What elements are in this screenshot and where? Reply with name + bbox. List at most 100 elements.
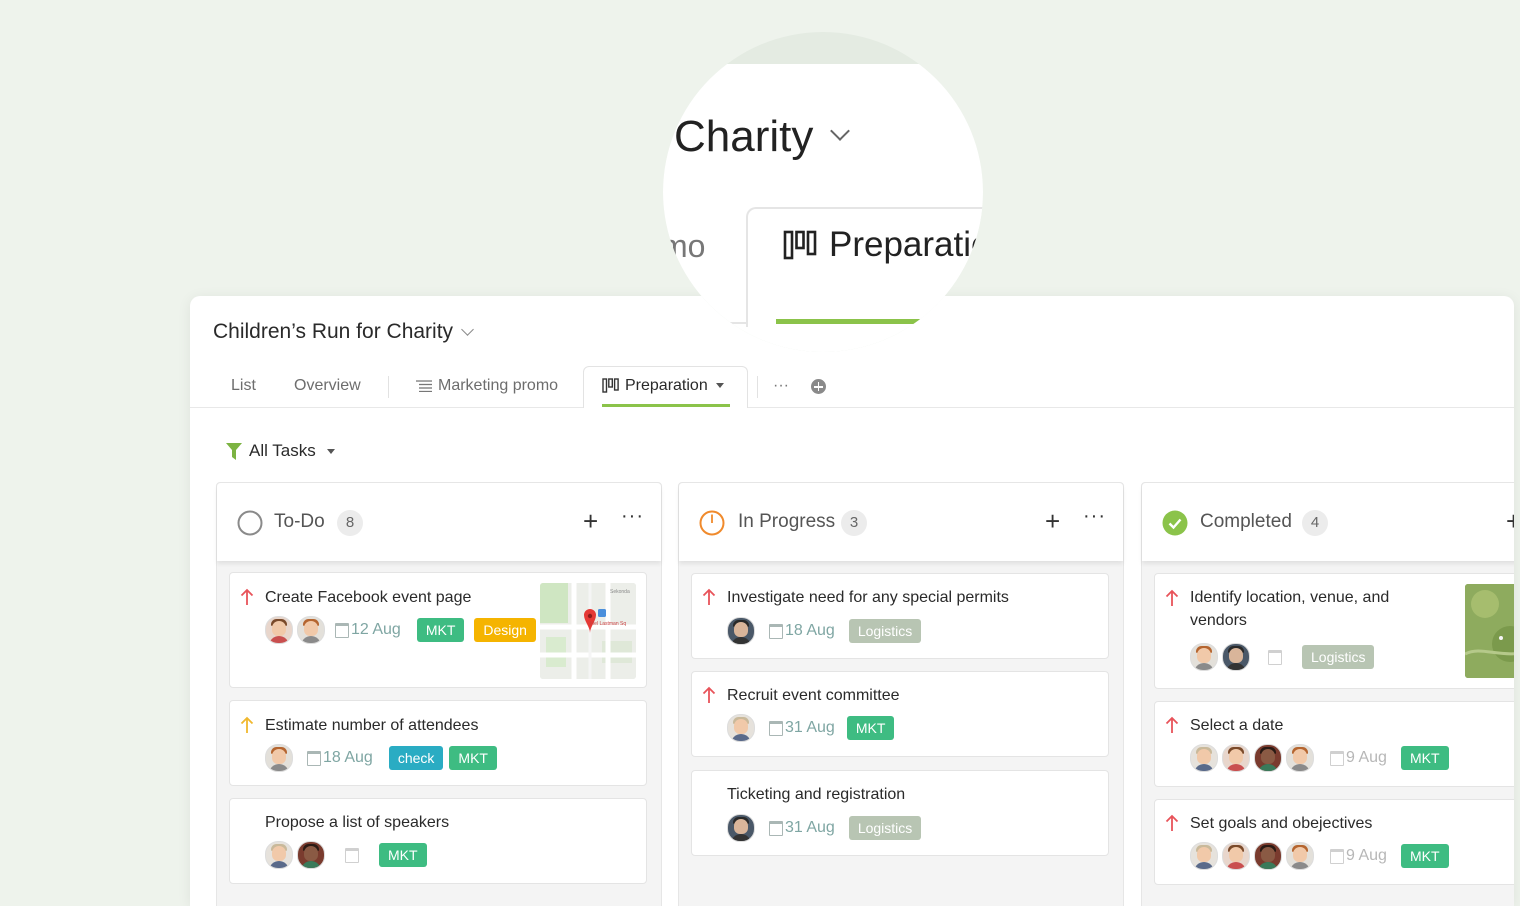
avatar[interactable]	[1254, 842, 1282, 870]
task-card[interactable]: Select a date 9 Aug MKT	[1154, 701, 1514, 787]
due-date[interactable]: 9 Aug	[1330, 847, 1387, 865]
more-tabs-button[interactable]: ···	[773, 366, 789, 407]
tag-mkt[interactable]: MKT	[379, 843, 427, 867]
todo-status-icon	[237, 510, 263, 536]
column-menu-button[interactable]: ···	[1083, 505, 1106, 528]
due-date-text: 31 Aug	[785, 819, 835, 836]
venue-photo-thumbnail[interactable]	[1465, 584, 1514, 678]
avatar[interactable]	[1254, 744, 1282, 772]
avatar[interactable]	[265, 616, 293, 644]
calendar-icon	[345, 847, 359, 863]
view-tabs: List Overview Marketing promo Preparatio…	[190, 366, 1514, 408]
task-card[interactable]: Recruit event committee 31 Aug MKT	[691, 671, 1109, 757]
priority-high-icon	[702, 686, 716, 703]
task-meta: 31 Aug Logistics	[727, 814, 922, 842]
add-task-button[interactable]: +	[583, 508, 598, 534]
tab-marketing-promo[interactable]: Marketing promo	[416, 366, 558, 407]
calendar-icon	[769, 623, 783, 639]
project-title-dropdown[interactable]: Children’s Run for Charity	[213, 320, 474, 344]
task-card[interactable]: Propose a list of speakers MKT	[229, 798, 647, 884]
magnified-project-title: Charity	[674, 112, 814, 161]
assignees	[265, 841, 325, 869]
tag-mkt[interactable]: MKT	[416, 618, 465, 642]
task-meta: 18 Aug Logistics	[727, 617, 922, 645]
task-card[interactable]: Ticketing and registration 31 Aug Logist…	[691, 770, 1109, 856]
filter-icon	[226, 442, 242, 460]
add-task-button[interactable]: +	[1045, 508, 1060, 534]
map-thumbnail[interactable]: Mel Lastman Sq Sekonda	[540, 583, 636, 679]
assignees	[1190, 744, 1314, 772]
tag-check[interactable]: check	[388, 746, 444, 770]
task-meta: Logistics	[1190, 643, 1375, 671]
task-title: Investigate need for any special permits	[727, 589, 1009, 606]
avatar[interactable]	[727, 714, 755, 742]
tab-marketing-promo-label: Marketing promo	[438, 377, 559, 394]
avatar[interactable]	[1286, 744, 1314, 772]
task-title: Create Facebook event page	[265, 589, 472, 606]
avatar[interactable]	[1286, 842, 1314, 870]
due-date[interactable]	[345, 847, 359, 863]
tag-logistics[interactable]: Logistics	[848, 619, 922, 643]
due-date[interactable]: 9 Aug	[1330, 749, 1387, 767]
task-card[interactable]: Create Facebook event page 12 Aug MKT De…	[229, 572, 647, 688]
list-view-icon	[416, 380, 432, 392]
task-card[interactable]: Estimate number of attendees 18 Aug chec…	[229, 700, 647, 786]
priority-high-icon	[1165, 716, 1179, 733]
assignees	[265, 616, 325, 644]
magnified-tab-marketing-promo[interactable]: mo	[663, 228, 705, 265]
calendar-icon	[769, 720, 783, 736]
assignees	[727, 617, 755, 645]
assignees	[265, 744, 293, 772]
avatar[interactable]	[297, 616, 325, 644]
magnified-tab-preparation[interactable]: Preparatic	[783, 225, 983, 265]
due-date-text: 31 Aug	[785, 719, 835, 736]
task-card[interactable]: Investigate need for any special permits…	[691, 573, 1109, 659]
task-meta: 31 Aug MKT	[727, 714, 895, 742]
board-view-icon	[783, 230, 817, 260]
tag-mkt[interactable]: MKT	[449, 746, 497, 770]
avatar[interactable]	[265, 841, 293, 869]
avatar[interactable]	[1222, 744, 1250, 772]
tag-logistics[interactable]: Logistics	[848, 816, 922, 840]
avatar[interactable]	[1190, 842, 1218, 870]
due-date[interactable]: 18 Aug	[307, 749, 373, 767]
due-date[interactable]: 31 Aug	[769, 819, 835, 837]
due-date[interactable]	[1268, 649, 1282, 665]
due-date[interactable]: 31 Aug	[769, 719, 835, 737]
task-card[interactable]: Identify location, venue, and vendors Lo…	[1154, 573, 1514, 689]
calendar-icon	[1330, 750, 1344, 766]
tag-design[interactable]: Design	[474, 618, 536, 642]
task-card[interactable]: Set goals and obejectives 9 Aug MKT	[1154, 799, 1514, 885]
due-date-text: 9 Aug	[1346, 749, 1387, 766]
due-date-text: 12 Aug	[351, 621, 401, 638]
avatar[interactable]	[1222, 643, 1250, 671]
avatar[interactable]	[1222, 842, 1250, 870]
tab-overview[interactable]: Overview	[294, 366, 361, 407]
column-count: 4	[1302, 510, 1328, 536]
add-task-button[interactable]: +	[1506, 508, 1514, 534]
due-date[interactable]: 12 Aug	[335, 621, 401, 639]
map-street-label: Sekonda	[610, 589, 630, 595]
task-filter-dropdown[interactable]: All Tasks	[226, 441, 335, 461]
venue-photo	[1465, 584, 1514, 678]
avatar[interactable]	[727, 814, 755, 842]
avatar[interactable]	[1190, 643, 1218, 671]
avatar[interactable]	[265, 744, 293, 772]
task-title: Propose a list of speakers	[265, 814, 450, 831]
column-menu-button[interactable]: ···	[621, 505, 644, 528]
priority-high-icon	[1165, 814, 1179, 831]
add-tab-icon[interactable]	[811, 379, 826, 394]
map-place-label: Mel Lastman Sq	[590, 621, 627, 627]
due-date[interactable]: 18 Aug	[769, 622, 835, 640]
board-view-icon	[602, 378, 619, 393]
tag-mkt[interactable]: MKT	[1400, 844, 1449, 868]
tab-list[interactable]: List	[231, 366, 256, 407]
avatar[interactable]	[727, 617, 755, 645]
avatar[interactable]	[297, 841, 325, 869]
tag-mkt[interactable]: MKT	[1400, 746, 1449, 770]
tab-preparation[interactable]: Preparation	[602, 366, 724, 407]
avatar[interactable]	[1190, 744, 1218, 772]
calendar-icon	[1330, 848, 1344, 864]
tag-logistics[interactable]: Logistics	[1302, 645, 1375, 669]
tag-mkt[interactable]: MKT	[846, 716, 895, 740]
